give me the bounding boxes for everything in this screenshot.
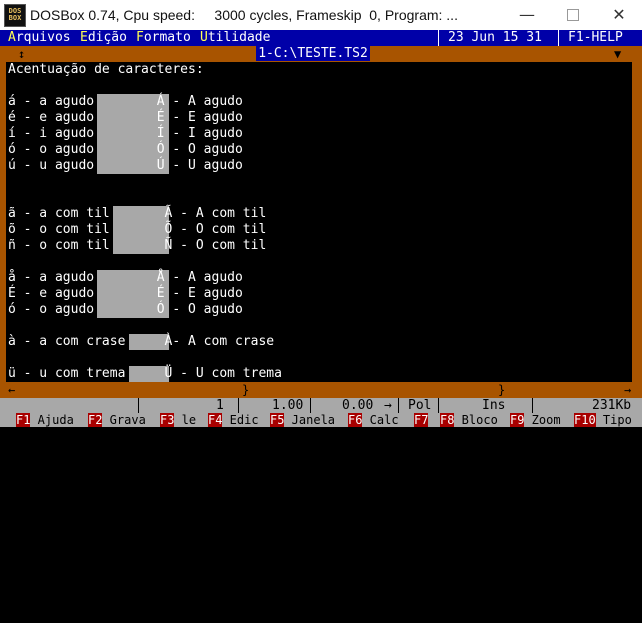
menu-hotkey: U bbox=[200, 30, 208, 45]
fkey-label: Bloco bbox=[454, 413, 498, 427]
status-column: 1.00 bbox=[272, 398, 304, 413]
menu-label: rquivos bbox=[15, 30, 71, 45]
fkey-label: Tipo bbox=[595, 413, 632, 427]
editor-bottom-border: ← } } → bbox=[0, 382, 642, 398]
fkey-label: le bbox=[174, 413, 197, 427]
scroll-left-icon[interactable]: ← bbox=[8, 382, 15, 398]
fkey-f4[interactable]: F4 Edic bbox=[208, 413, 259, 427]
editor-line: ü - u com trema Ü - U com trema bbox=[8, 366, 282, 381]
status-arrow-icon: → bbox=[384, 398, 392, 413]
maximize-icon bbox=[567, 9, 579, 21]
status-divider bbox=[138, 398, 139, 413]
tab-stop-icon: ▼ bbox=[614, 47, 622, 61]
fkey-label: Ajuda bbox=[30, 413, 74, 427]
fkey-f10[interactable]: F10 Tipo bbox=[574, 413, 632, 427]
status-memory: 231Kb bbox=[592, 398, 632, 413]
fkey-f3[interactable]: F3 le bbox=[160, 413, 196, 427]
menu-formato[interactable]: Formato bbox=[136, 30, 191, 46]
fkey-f6[interactable]: F6 Calc bbox=[348, 413, 399, 427]
fkey-label: Calc bbox=[362, 413, 399, 427]
minimize-button[interactable]: — bbox=[504, 0, 550, 30]
editor-line: É - e agudo É - E agudo bbox=[8, 286, 243, 301]
menu-utilidade[interactable]: Utilidade bbox=[200, 30, 270, 46]
minimize-icon: — bbox=[519, 5, 535, 24]
fkey-label bbox=[428, 413, 435, 427]
status-divider bbox=[398, 398, 399, 413]
close-button[interactable]: ✕ bbox=[596, 0, 642, 30]
dosbox-window: DOS BOX DOSBox 0.74, Cpu speed: 3000 cyc… bbox=[0, 0, 642, 427]
menu-date: 23 Jun 15 31 bbox=[448, 30, 542, 45]
function-key-bar: F1 Ajuda F2 Grava F3 le F4 Edic F5 Janel… bbox=[0, 413, 642, 427]
menu-hotkey: F bbox=[136, 30, 144, 45]
editor-line: í - i agudo Í - I agudo bbox=[8, 126, 243, 141]
editor-line: ú - u agudo Ú - U agudo bbox=[8, 158, 243, 173]
fkey-key: F5 bbox=[270, 413, 285, 427]
menu-hotkey: A bbox=[8, 30, 16, 45]
file-name-tab[interactable]: 1-C:\TESTE.TS2 bbox=[256, 46, 370, 61]
help-hint[interactable]: F1-HELP bbox=[568, 30, 623, 46]
scroll-updown-icon[interactable]: ↕ bbox=[18, 46, 25, 62]
fkey-key: F9 bbox=[510, 413, 525, 427]
fkey-f2[interactable]: F2 Grava bbox=[88, 413, 146, 427]
status-mode-ins: Ins bbox=[482, 398, 506, 413]
editor-line: ã - a com til Ã - A com til bbox=[8, 206, 267, 221]
editor-line: ó - o agudo Ó - O agudo bbox=[8, 302, 243, 317]
maximize-button[interactable] bbox=[550, 0, 596, 30]
app-icon-text: DOS BOX bbox=[8, 7, 22, 22]
menu-label: dição bbox=[87, 30, 127, 45]
menu-label: ormato bbox=[143, 30, 191, 45]
status-position: 0.00 bbox=[342, 398, 374, 413]
menu-bar: Arquivos Edição Formato Utilidade 23 Jun… bbox=[0, 30, 642, 46]
menu-hotkey: E bbox=[80, 30, 88, 45]
fkey-label: Zoom bbox=[524, 413, 561, 427]
close-icon: ✕ bbox=[612, 5, 626, 24]
fkey-f8[interactable]: F8 Bloco bbox=[440, 413, 498, 427]
editor-line: õ - o com til Õ - O com til bbox=[8, 222, 267, 237]
fkey-key: F8 bbox=[440, 413, 455, 427]
fkey-f9[interactable]: F9 Zoom bbox=[510, 413, 561, 427]
fkey-f5[interactable]: F5 Janela bbox=[270, 413, 335, 427]
fkey-key: F6 bbox=[348, 413, 363, 427]
fkey-key: F1 bbox=[16, 413, 31, 427]
fkey-key: F3 bbox=[160, 413, 175, 427]
editor-line: ó - o agudo Ó - O agudo bbox=[8, 142, 243, 157]
status-line: 1 bbox=[216, 398, 224, 413]
editor-line: á - a agudo Á - A agudo bbox=[8, 94, 243, 109]
menu-edicao[interactable]: Edição bbox=[80, 30, 127, 46]
editor-line: à - a com crase À- A com crase bbox=[8, 334, 275, 349]
tab-stop-icon: } bbox=[498, 383, 506, 397]
menu-separator bbox=[558, 30, 559, 46]
status-mode-pol: Pol bbox=[408, 398, 432, 413]
menu-separator bbox=[438, 30, 439, 46]
fkey-label: Edic bbox=[222, 413, 259, 427]
editor-text-area[interactable]: Acentuação de caracteres: á - a agudo Á -… bbox=[6, 62, 632, 382]
editor-line: ñ - o com til Ñ - O com til bbox=[8, 238, 267, 253]
status-divider bbox=[532, 398, 533, 413]
menu-label: tilidade bbox=[207, 30, 271, 45]
editor-line: Acentuação de caracteres: bbox=[8, 62, 204, 77]
title-bar[interactable]: DOS BOX DOSBox 0.74, Cpu speed: 3000 cyc… bbox=[0, 0, 642, 31]
menu-arquivos[interactable]: Arquivos bbox=[8, 30, 71, 46]
fkey-key: F7 bbox=[414, 413, 429, 427]
status-divider bbox=[310, 398, 311, 413]
fkey-label: Grava bbox=[102, 413, 146, 427]
fkey-key: F4 bbox=[208, 413, 223, 427]
editor-line: é - e agudo É - E agudo bbox=[8, 110, 243, 125]
editor-line: å - a agudo Å - A agudo bbox=[8, 270, 243, 285]
fkey-label: Janela bbox=[284, 413, 336, 427]
status-bar: 1 1.00 0.00 → Pol Ins 231Kb bbox=[0, 398, 642, 413]
fkey-f7[interactable]: F7 bbox=[414, 413, 436, 427]
dosbox-app-icon[interactable]: DOS BOX bbox=[4, 4, 26, 27]
tab-stop-icon: } bbox=[242, 383, 250, 397]
status-divider bbox=[238, 398, 239, 413]
status-divider bbox=[438, 398, 439, 413]
scroll-right-icon[interactable]: → bbox=[624, 382, 631, 398]
window-title: DOSBox 0.74, Cpu speed: 3000 cycles, Fra… bbox=[30, 7, 458, 23]
fkey-key: F2 bbox=[88, 413, 103, 427]
fkey-key: F10 bbox=[574, 413, 596, 427]
fkey-f1[interactable]: F1 Ajuda bbox=[16, 413, 74, 427]
